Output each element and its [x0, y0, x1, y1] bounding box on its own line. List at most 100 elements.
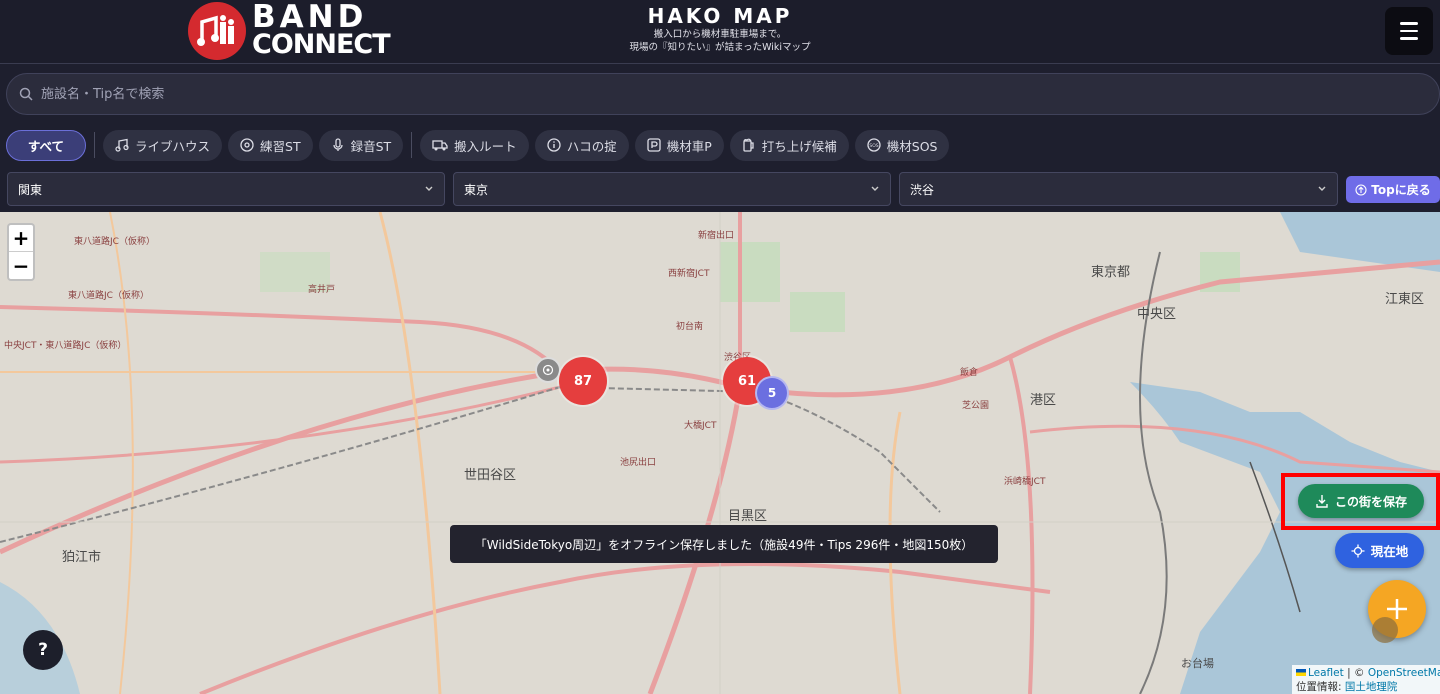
prefecture-select-value: 東京: [464, 182, 489, 197]
map-label-hamazaki-jct: 浜崎橋JCT: [1004, 477, 1046, 487]
back-to-top-button[interactable]: Topに戻る: [1346, 176, 1440, 203]
area-select[interactable]: 渋谷: [899, 172, 1338, 206]
category-chip-practice-studio[interactable]: 練習ST: [228, 129, 313, 161]
disc-icon: [240, 138, 254, 152]
category-chip-load-in-route[interactable]: 搬入ルート: [420, 129, 529, 161]
cluster-count: 5: [767, 386, 777, 400]
save-button-label: この街を保存: [1334, 494, 1407, 509]
site-subtitle-1: 搬入口から機材車駐車場まで。: [653, 29, 787, 40]
map-label-shinjuku-exit: 新宿出口: [698, 231, 735, 241]
category-chip-venue-rules[interactable]: ハコの掟: [534, 129, 629, 161]
map-label-koto: 江東区: [1385, 292, 1425, 307]
ukraine-flag-icon: [1296, 669, 1306, 676]
map-label-iikura: 飯倉: [960, 368, 979, 378]
category-chip-equipment-parking[interactable]: 機材車P: [634, 129, 724, 161]
chip-divider: [94, 132, 95, 158]
leaflet-link[interactable]: Leaflet: [1308, 667, 1344, 679]
osm-link[interactable]: OpenStreetMap: [1368, 667, 1440, 679]
map-label-minato: 港区: [1030, 393, 1057, 408]
region-select[interactable]: 関東: [7, 172, 445, 206]
fab-collapse-chevron-icon[interactable]: [1372, 617, 1398, 643]
prefecture-select[interactable]: 東京: [453, 172, 891, 206]
map-label-takaido: 高井戸: [308, 285, 336, 295]
logo-text-connect: CONNECT: [252, 29, 391, 60]
site-subtitle-2: 現場の『知りたい』が詰まったWikiマップ: [629, 42, 811, 53]
category-label: すべて: [27, 138, 65, 154]
map-pin-studio-icon[interactable]: [535, 357, 561, 383]
category-label: 打ち上げ候補: [761, 138, 837, 154]
category-label: 録音ST: [350, 138, 392, 154]
category-chip-all[interactable]: すべて: [6, 129, 86, 161]
chevron-down-icon: [1318, 186, 1326, 191]
info-icon: [547, 138, 561, 152]
map-cluster-marker[interactable]: 87: [559, 357, 607, 405]
help-label: ?: [38, 640, 48, 660]
map-label-komae: 狛江市: [62, 550, 102, 565]
category-label: 練習ST: [260, 138, 301, 154]
map-label-shibakoen: 芝公園: [962, 401, 990, 411]
category-chip-recording-studio[interactable]: 録音ST: [318, 129, 404, 161]
back-to-top-label: Topに戻る: [1371, 183, 1431, 197]
category-chip-equipment-sos[interactable]: SOS 機材SOS: [854, 129, 950, 161]
chip-divider: [411, 132, 413, 158]
logo-text-band: BAND: [252, 0, 368, 35]
map-attribution: Leaflet | © OpenStreetMap 位置情報: 国土地理院: [1292, 665, 1440, 694]
region-select-value: 関東: [18, 182, 43, 197]
zoom-out-button[interactable]: −: [9, 252, 33, 279]
category-label: 機材SOS: [886, 138, 938, 154]
search-input[interactable]: [41, 82, 1421, 106]
toast-message: 「WildSideTokyo周辺」をオフライン保存しました（施設49件・Tips…: [474, 537, 974, 552]
map-tiles: [0, 212, 1440, 694]
category-label: ライブハウス: [135, 138, 211, 154]
map-label-setagaya: 世田谷区: [464, 468, 517, 483]
app-header: BAND CONNECT HAKO MAP 搬入口から機材車駐車場まで。 現場の…: [0, 0, 1440, 64]
category-filter-bar: すべて ライブハウス 練習ST 録音ST 搬入ルート ハコの掟 機材車P 打ち上…: [6, 129, 955, 161]
map-cluster-marker[interactable]: 5: [755, 376, 789, 410]
cluster-count: 87: [573, 373, 593, 389]
map-label-tokyo: 東京都: [1091, 265, 1131, 280]
map-label-meguro: 目黒区: [728, 509, 768, 524]
crosshair-icon: [1351, 544, 1365, 557]
help-button[interactable]: ?: [23, 630, 63, 670]
map-label-chuo: 中央区: [1137, 307, 1177, 322]
site-title: HAKO MAP: [647, 4, 793, 28]
logo-mark-icon: [188, 2, 246, 60]
site-title-block: HAKO MAP 搬入口から機材車駐車場まで。 現場の『知りたい』が詰まったWi…: [520, 4, 920, 54]
sos-icon: SOS: [867, 138, 881, 152]
zoom-in-button[interactable]: +: [9, 225, 33, 252]
hamburger-icon: [1400, 22, 1418, 25]
music-note-icon: [115, 138, 129, 152]
zoom-control: + −: [7, 223, 35, 281]
category-label: 機材車P: [666, 138, 712, 154]
map-label-tohachi-jc-2: 東八道路JC（仮称）: [68, 291, 149, 301]
arrow-up-circle-icon: [1355, 183, 1367, 196]
gsi-link[interactable]: 国土地理院: [1345, 681, 1398, 693]
hamburger-menu-button[interactable]: [1385, 7, 1433, 55]
download-icon: [1316, 495, 1328, 508]
map-label-nishishinjuku-jct: 西新宿JCT: [668, 269, 710, 279]
map-canvas[interactable]: 世田谷区 目黒区 港区 中央区 東京都 江東区 狛江市 渋谷区 お台場 新宿出口…: [0, 212, 1440, 694]
map-label-hatsudai: 初台南: [676, 322, 704, 332]
area-select-value: 渋谷: [910, 182, 935, 197]
category-label: 搬入ルート: [454, 138, 517, 154]
category-chip-livehouse[interactable]: ライブハウス: [103, 129, 223, 161]
save-area-offline-button[interactable]: この街を保存: [1298, 484, 1424, 518]
truck-icon: [432, 140, 448, 151]
search-icon: [19, 87, 33, 101]
search-bar: [6, 73, 1440, 115]
map-label-ikejiri-exit: 池尻出口: [620, 458, 657, 468]
band-connect-logo[interactable]: BAND CONNECT: [188, 0, 391, 62]
chevron-down-icon: [425, 186, 433, 191]
current-location-label: 現在地: [1370, 544, 1409, 559]
category-chip-afterparty[interactable]: 打ち上げ候補: [729, 129, 849, 161]
beer-icon: [743, 138, 754, 152]
microphone-icon: [332, 138, 343, 151]
cluster-count: 61: [737, 373, 757, 389]
map-label-tohachi-jc-1: 東八道路JC（仮称）: [74, 237, 155, 247]
map-label-chuo-jct: 中央JCT・東八道路JC（仮称）: [4, 341, 127, 351]
current-location-button[interactable]: 現在地: [1335, 533, 1424, 568]
category-label: ハコの掟: [566, 138, 617, 154]
map-label-odaiba: お台場: [1181, 657, 1214, 670]
chevron-down-icon: [871, 186, 879, 191]
offline-save-toast: 「WildSideTokyo周辺」をオフライン保存しました（施設49件・Tips…: [450, 525, 998, 563]
